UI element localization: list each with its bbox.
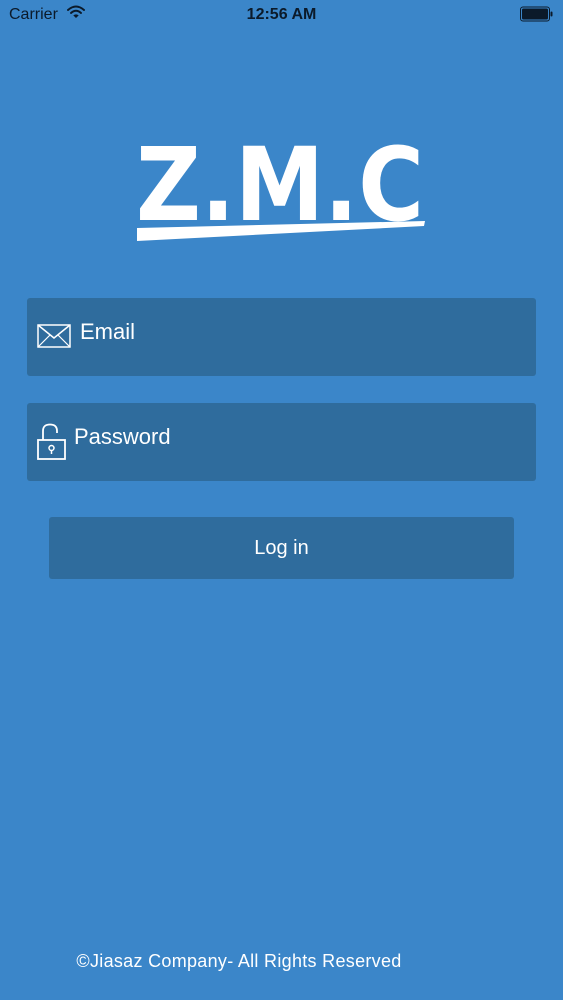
email-input[interactable]: [27, 298, 536, 376]
battery-icon: [520, 6, 553, 22]
email-field-container[interactable]: [27, 298, 536, 376]
password-input[interactable]: [27, 403, 536, 481]
status-time: 12:56 AM: [246, 6, 317, 23]
status-bar: Carrier 12:56 AM: [0, 0, 563, 30]
login-button[interactable]: Log in: [49, 517, 514, 579]
password-field-container[interactable]: [27, 403, 536, 481]
copyright-footer: ©Jiasaz Company- All Rights Reserved: [76, 951, 402, 971]
zmc-logo: Z.M.C: [135, 126, 430, 246]
